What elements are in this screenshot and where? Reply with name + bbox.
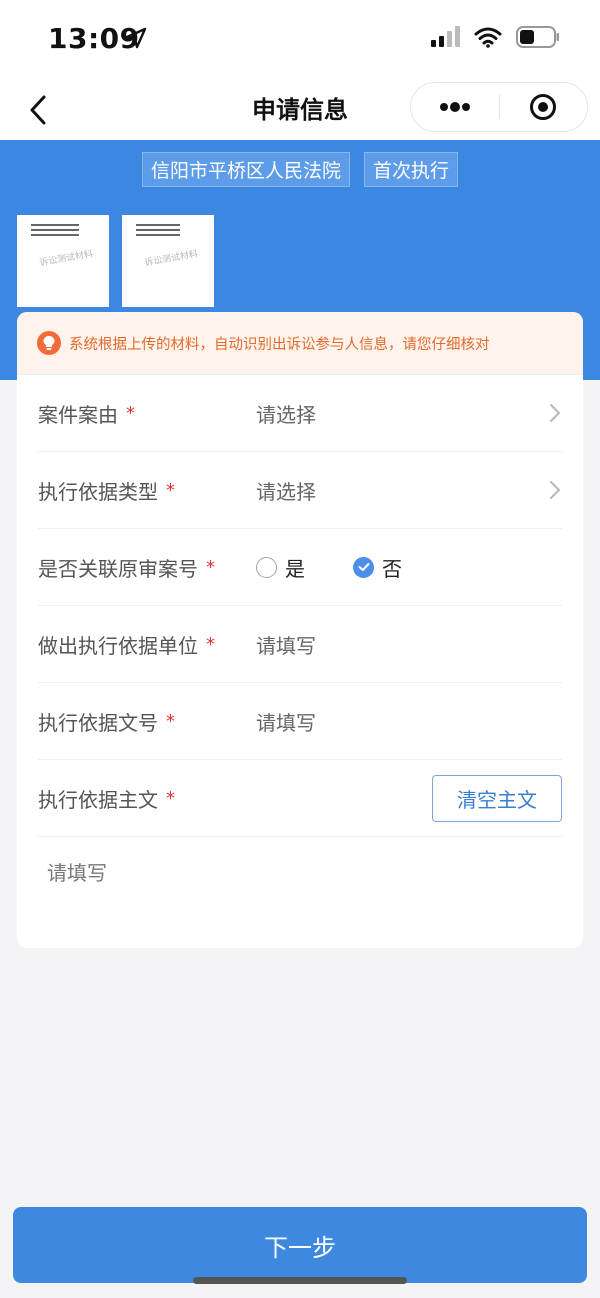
radio-no-label: 否 (382, 556, 402, 581)
main-text-textarea[interactable]: 请填写 (47, 857, 107, 886)
basis-main-text-row: 执行依据主文 * 清空主文 (38, 760, 562, 837)
required-mark: * (206, 556, 215, 578)
doc-line (136, 234, 180, 236)
check-icon (353, 556, 374, 578)
navigation-bar: 申请信息 (0, 80, 600, 140)
doc-line (31, 234, 79, 236)
material-thumbnail[interactable]: 诉讼测试材料 (122, 215, 214, 307)
required-mark: * (166, 787, 175, 809)
chevron-right-icon (549, 480, 561, 500)
doc-line (136, 229, 180, 231)
radio-yes[interactable]: 是 (256, 553, 305, 582)
case-cause-label: 案件案由 (38, 402, 118, 427)
notice-text: 系统根据上传的材料，自动识别出诉讼参与人信息，请您仔细核对 (69, 336, 490, 353)
mini-program-capsule (410, 82, 588, 132)
battery-icon (516, 26, 559, 48)
notice-banner: 系统根据上传的材料，自动识别出诉讼参与人信息，请您仔细核对 (17, 312, 583, 375)
issuing-unit-label: 做出执行依据单位 (38, 633, 198, 658)
location-arrow-icon (125, 27, 147, 49)
basis-document-number-row: 执行依据文号 * 请填写 (38, 683, 562, 760)
next-step-button[interactable]: 下一步 (13, 1207, 587, 1283)
wifi-icon (474, 27, 502, 48)
radio-yes-label: 是 (285, 556, 305, 581)
lightbulb-icon (37, 331, 61, 355)
uploaded-materials: 诉讼测试材料 诉讼测试材料 (17, 215, 214, 307)
clear-main-text-button[interactable]: 清空主文 (432, 775, 562, 822)
link-original-case-radio-group: 是 否 (256, 553, 450, 582)
more-dots-icon (439, 102, 470, 112)
case-cause-row[interactable]: 案件案由 * 请选择 (38, 375, 562, 452)
application-info-page: 13:09 申请信息 信阳市平桥区人民法院 首次执行 诉讼测试材料 诉讼测试材料… (0, 0, 600, 1298)
doc-line (31, 224, 79, 226)
issuing-unit-row: 做出执行依据单位 * 请填写 (38, 606, 562, 683)
basis-type-select[interactable]: 请选择 (256, 476, 316, 505)
doc-line (136, 224, 180, 226)
required-mark: * (166, 710, 175, 732)
more-button[interactable] (411, 83, 499, 131)
home-indicator (193, 1277, 407, 1284)
basis-type-row[interactable]: 执行依据类型 * 请选择 (38, 452, 562, 529)
required-mark: * (206, 633, 215, 655)
target-circle-icon (530, 94, 557, 120)
issuing-unit-input[interactable]: 请填写 (256, 630, 316, 659)
link-original-case-label: 是否关联原审案号 (38, 556, 198, 581)
form-card: 系统根据上传的材料，自动识别出诉讼参与人信息，请您仔细核对 案件案由 * 请选择… (17, 312, 583, 948)
required-mark: * (126, 402, 135, 424)
basis-main-text-label: 执行依据主文 (38, 787, 158, 812)
case-cause-select[interactable]: 请选择 (256, 399, 316, 428)
radio-no[interactable]: 否 (353, 553, 402, 582)
material-thumbnail[interactable]: 诉讼测试材料 (17, 215, 109, 307)
doc-line (31, 229, 79, 231)
status-icons (430, 26, 560, 48)
case-tags: 信阳市平桥区人民法院 首次执行 (0, 152, 600, 187)
link-original-case-row: 是否关联原审案号 * 是 否 (38, 529, 562, 606)
basis-type-label: 执行依据类型 (38, 479, 158, 504)
chevron-right-icon (549, 403, 561, 423)
radio-circle-unchecked (256, 556, 277, 578)
case-type-tag: 首次执行 (364, 152, 459, 187)
status-bar: 13:09 (0, 0, 600, 80)
thumbnail-watermark: 诉讼测试材料 (143, 249, 199, 269)
basis-document-number-label: 执行依据文号 (38, 710, 158, 735)
close-miniprogram-button[interactable] (500, 83, 588, 131)
required-mark: * (166, 479, 175, 501)
signal-icon (431, 26, 460, 47)
basis-document-number-input[interactable]: 请填写 (256, 707, 316, 736)
thumbnail-watermark: 诉讼测试材料 (38, 249, 94, 269)
court-tag: 信阳市平桥区人民法院 (141, 152, 350, 187)
